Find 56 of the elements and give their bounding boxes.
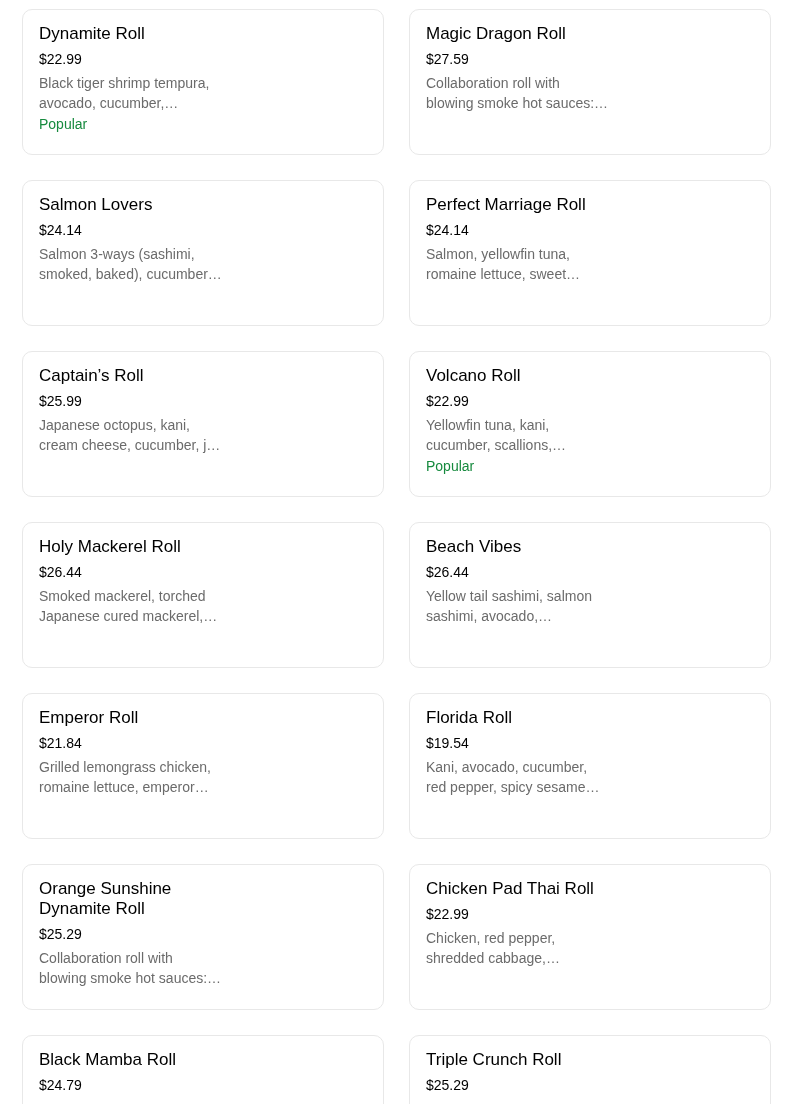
item-name: Triple Crunch Roll [426,1050,562,1070]
item-price: $27.59 [426,50,469,69]
menu-item-card[interactable]: Salmon Lovers $24.14 Salmon 3-ways (sashimi, smoked, baked), cucumber… [22,180,384,326]
item-description: Collaboration roll with blowing smoke hot sauces:… [39,949,222,988]
item-name: Emperor Roll [39,708,139,728]
item-description: Yellowfin tuna, kani, cucumber, scallions,… [426,416,567,455]
item-price: $22.99 [426,392,469,411]
popular-label: Popular [39,115,88,134]
item-description: Japanese octopus, kani, cream cheese, cucumber, j… [39,416,221,455]
menu-item-card[interactable]: Holy Mackerel Roll $26.44 Smoked mackerel, torched Japanese cured mackerel,… [22,522,384,668]
item-name: Perfect Marriage Roll [426,195,586,215]
menu-item-card[interactable]: Dynamite Roll $22.99 Black tiger shrimp tempura, avocado, cucumber,… Popular [22,9,384,155]
item-description: Salmon, yellowfin tuna, romaine lettuce, sweet… [426,245,581,284]
item-description: Yellow tail sashimi, salmon sashimi, avocado,… [426,587,592,626]
item-description: Kani, avocado, cucumber, red pepper, spicy sesame… [426,758,600,797]
menu-item-card[interactable]: Triple Crunch Roll $25.29 [409,1035,771,1104]
menu-item-card[interactable]: Volcano Roll $22.99 Yellowfin tuna, kani, cucumber, scallions,… Popular [409,351,771,497]
item-description: Collaboration roll with blowing smoke hot sauces:… [426,74,609,113]
menu-item-card[interactable]: Beach Vibes $26.44 Yellow tail sashimi, salmon sashimi, avocado,… [409,522,771,668]
item-price: $21.84 [39,734,82,753]
item-name: Chicken Pad Thai Roll [426,879,594,899]
item-name: Florida Roll [426,708,512,728]
item-description: Grilled lemongrass chicken, romaine lettuce, emperor… [39,758,211,797]
menu-item-card[interactable]: Captain’s Roll $25.99 Japanese octopus, kani, cream cheese, cucumber, j… [22,351,384,497]
item-name: Dynamite Roll [39,24,145,44]
menu-item-card[interactable]: Black Mamba Roll $24.79 [22,1035,384,1104]
menu-item-card[interactable]: Florida Roll $19.54 Kani, avocado, cucumber, red pepper, spicy sesame… [409,693,771,839]
item-price: $25.29 [39,925,82,944]
item-name: Black Mamba Roll [39,1050,176,1070]
item-price: $24.79 [39,1076,82,1095]
item-price: $25.99 [39,392,82,411]
item-price: $25.29 [426,1076,469,1095]
item-name: Beach Vibes [426,537,522,557]
item-price: $19.54 [426,734,469,753]
item-price: $22.99 [426,905,469,924]
menu-item-card[interactable]: Emperor Roll $21.84 Grilled lemongrass chicken, romaine lettuce, emperor… [22,693,384,839]
item-name: Holy Mackerel Roll [39,537,181,557]
menu-item-card[interactable]: Perfect Marriage Roll $24.14 Salmon, yellowfin tuna, romaine lettuce, sweet… [409,180,771,326]
menu-item-card[interactable]: Chicken Pad Thai Roll $22.99 Chicken, red pepper, shredded cabbage,… [409,864,771,1010]
item-name: Salmon Lovers [39,195,153,215]
item-name: Volcano Roll [426,366,521,386]
item-price: $22.99 [39,50,82,69]
item-description: Black tiger shrimp tempura, avocado, cucumber,… [39,74,210,113]
item-price: $26.44 [426,563,469,582]
item-price: $26.44 [39,563,82,582]
item-price: $24.14 [39,221,82,240]
menu-item-card[interactable]: Magic Dragon Roll $27.59 Collaboration roll with blowing smoke hot sauces:… [409,9,771,155]
popular-label: Popular [426,457,475,476]
item-description: Salmon 3-ways (sashimi, smoked, baked), cucumber… [39,245,222,284]
item-price: $24.14 [426,221,469,240]
item-name: Orange Sunshine Dynamite Roll [39,879,173,919]
item-description: Chicken, red pepper, shredded cabbage,… [426,929,560,968]
item-description: Smoked mackerel, torched Japanese cured mackerel,… [39,587,218,626]
item-name: Captain’s Roll [39,366,144,386]
item-name: Magic Dragon Roll [426,24,566,44]
menu-item-card[interactable]: Orange Sunshine Dynamite Roll $25.29 Collaboration roll with blowing smoke hot sauces:… [22,864,384,1010]
